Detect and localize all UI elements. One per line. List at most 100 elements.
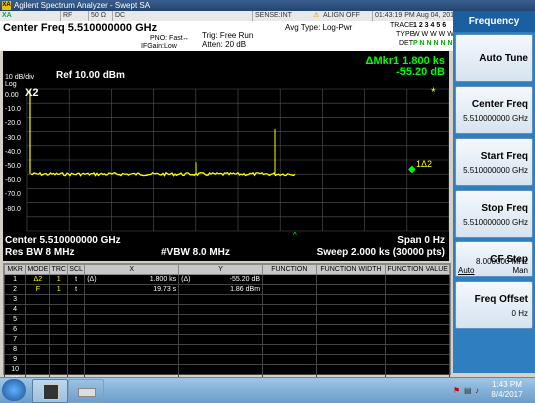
marker-mode: F [25,284,51,295]
datetime: 01:43:19 PM Aug 04, 2017 [372,11,458,21]
softkey-label: Start Freq [480,151,528,162]
marker-number: 10 [3,364,27,375]
empty-cell [178,304,264,315]
clock-date[interactable]: 8/4/2017 [489,390,525,399]
spectrum-display[interactable]: 10 dB/div Log Ref 10.00 dBm ΔMkr1 1.800 … [3,51,449,261]
table-row[interactable]: 8 [3,344,450,355]
trace-plot [26,88,449,232]
table-row[interactable]: 5 [3,314,450,325]
marker-number: 1 [3,274,27,285]
empty-cell [84,344,180,355]
marker-mode: Δ2 [25,274,51,285]
empty-cell [262,324,317,335]
softkey-man-option: Man [512,266,528,275]
empty-cell [84,364,180,375]
softkey-value: 5.510000000 GHz [463,114,528,123]
y-axis-label: -30.0 [5,134,21,142]
empty-cell [315,294,387,305]
empty-cell [49,344,69,355]
softkey-cf-step[interactable]: CF Step 8.000000 MHz Auto Man [455,241,533,277]
marker-number: 3 [3,294,27,305]
empty-cell [262,314,317,325]
empty-cell [67,324,86,335]
empty-cell [84,304,180,315]
softkey-panel: Frequency Auto Tune Center Freq 5.51000000… [453,11,535,373]
empty-cell [84,294,180,305]
softkey-label: Stop Freq [481,203,528,214]
empty-cell [262,294,317,305]
marker-scale: t [67,274,86,285]
column-header: TRC [49,264,69,275]
column-header: X [84,264,180,275]
table-row[interactable]: 2 F 1 t 19.73 s 1.86 dBm [3,284,450,295]
empty-cell [25,324,51,335]
trigger-marker-icon: ^ [293,231,297,240]
empty-cell [262,364,317,375]
network-icon[interactable]: ▤ [464,386,472,395]
graticule-grid [26,88,449,232]
footer-center: Center 5.510000000 GHz [5,235,121,246]
marker-number: 5 [3,314,27,325]
marker-function-value [385,274,450,285]
pno-setting: PNO: Fast [150,35,183,42]
trace-label: TRACE [390,22,414,29]
softkey-freq-offset[interactable]: Freq Offset 0 Hz [455,281,533,329]
softkey-center-freq[interactable]: Center Freq 5.510000000 GHz [455,86,533,134]
marker-diamond-icon[interactable]: ◆ [408,164,416,175]
log-label: Log [5,81,17,88]
marker-x: 19.73 s [84,284,180,295]
table-row[interactable]: 9 [3,354,450,365]
speaker-icon[interactable]: ♪ [475,386,479,395]
empty-cell [67,294,86,305]
ifgain-setting: IFGain:Low [141,43,177,50]
det-label: DET [399,40,413,47]
softkey-start-freq[interactable]: Start Freq 5.510000000 GHz [455,138,533,186]
softkey-auto-tune[interactable]: Auto Tune [455,34,533,82]
taskbar-app-drive[interactable] [68,379,104,403]
warning-icon: ⚠ [313,12,320,19]
empty-cell [262,344,317,355]
clock-time[interactable]: 1:43 PM [489,380,525,389]
marker-x2-label[interactable]: X2 [25,87,38,99]
empty-cell [178,324,264,335]
marker-trace: 1 [49,274,69,285]
softkey-value: 8.000000 MHz [475,257,528,266]
column-header: MODE [25,264,51,275]
footer-vbw: #VBW 8.0 MHz [161,247,230,258]
empty-cell [49,294,69,305]
taskbar-app-analyzer[interactable] [32,379,68,403]
table-row[interactable]: 10 [3,364,450,375]
empty-cell [385,324,450,335]
empty-cell [25,294,51,305]
impedance: 50 Ω [88,11,106,21]
table-row[interactable]: 4 [3,304,450,315]
softkey-menu-title: Frequency [453,11,535,32]
table-row[interactable]: 1 Δ2 1 t (Δ) 1.800 ks (Δ) -55.20 dB [3,274,450,285]
empty-cell [178,364,264,375]
empty-cell [67,304,86,315]
column-header: FUNCTION WIDTH [315,264,387,275]
delta-marker-value: -55.20 dB [396,66,445,78]
table-row[interactable]: 6 [3,324,450,335]
softkey-stop-freq[interactable]: Stop Freq 5.510000000 GHz [455,190,533,238]
empty-cell [178,334,264,345]
flag-icon[interactable]: ⚑ [453,386,460,395]
softkey-value: 5.510000000 GHz [463,218,528,227]
trace-1 [29,91,296,177]
table-row[interactable]: 7 [3,334,450,345]
marker-number: 9 [3,354,27,365]
title-bar: XA Agilent Spectrum Analyzer - Swept SA [0,0,535,11]
empty-cell [315,314,387,325]
y-axis-label: -10.0 [5,106,21,114]
empty-cell [49,314,69,325]
empty-cell [67,364,86,375]
start-button[interactable] [2,379,26,401]
column-header: SCL [67,264,86,275]
table-row[interactable]: 3 [3,294,450,305]
empty-cell [67,334,86,345]
softkey-value: 5.510000000 GHz [463,166,528,175]
column-header: FUNCTION [262,264,317,275]
marker-y: (Δ) -55.20 dB [178,274,264,285]
empty-cell [262,334,317,345]
type-label: TYPE [396,31,415,38]
